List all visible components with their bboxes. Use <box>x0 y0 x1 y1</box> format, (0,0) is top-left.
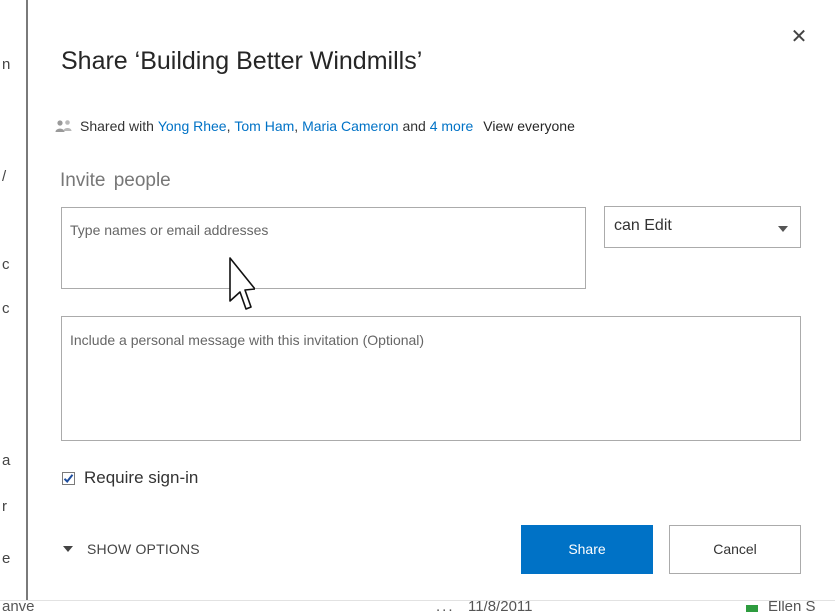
people-icon <box>55 120 72 132</box>
background-text-fragment: r <box>2 498 7 515</box>
background-text-fragment: / <box>2 168 7 185</box>
require-signin-checkbox[interactable] <box>62 471 75 485</box>
message-input-placeholder: Include a personal message with this inv… <box>70 332 425 348</box>
share-dialog: ✕ Share ‘Building Better Windmills’ Shar… <box>28 0 835 600</box>
cancel-button[interactable]: Cancel <box>669 525 801 574</box>
checkmark-icon <box>63 473 74 483</box>
background-row-name: anve <box>2 600 35 612</box>
shared-with-prefix: Shared with <box>80 118 154 134</box>
person-link-maria-cameron[interactable]: Maria Cameron <box>302 118 398 134</box>
separator: , <box>294 118 303 134</box>
caret-down-icon <box>63 546 73 552</box>
background-text-fragment: n <box>2 56 11 73</box>
more-people-link[interactable]: 4 more <box>430 118 474 134</box>
background-row-menu: ... <box>436 600 455 612</box>
background-page-strip: n / c c a r e <box>0 0 26 611</box>
names-input[interactable]: Type names or email addresses <box>61 207 586 289</box>
background-list-row: anve ... 11/8/2011 Ellen S <box>0 600 835 612</box>
permission-dropdown[interactable]: can Edit <box>604 206 801 248</box>
mouse-pointer-icon <box>229 257 255 310</box>
chevron-down-icon <box>778 226 788 232</box>
separator: , <box>226 118 235 134</box>
share-button[interactable]: Share <box>521 525 653 574</box>
show-options-toggle[interactable]: SHOW OPTIONS <box>63 541 200 557</box>
permission-selected-value: can Edit <box>614 217 672 234</box>
show-options-label: SHOW OPTIONS <box>87 541 200 557</box>
and-text: and <box>398 118 430 134</box>
require-signin-label: Require sign-in <box>84 468 199 487</box>
shared-with-summary: Shared with Yong Rhee, Tom Ham, Maria Ca… <box>55 118 575 134</box>
require-signin-option[interactable]: Require sign-in <box>62 468 198 488</box>
person-link-tom-ham[interactable]: Tom Ham <box>234 118 294 134</box>
background-row-date: 11/8/2011 <box>468 600 533 612</box>
names-input-placeholder: Type names or email addresses <box>70 222 269 238</box>
person-link-yong-rhee[interactable]: Yong Rhee <box>158 118 227 134</box>
background-text-fragment: c <box>2 256 10 273</box>
invite-people-label: Invite people <box>60 170 171 191</box>
background-text-fragment: c <box>2 300 10 317</box>
dialog-title: Share ‘Building Better Windmills’ <box>61 47 423 75</box>
personal-message-input[interactable]: Include a personal message with this inv… <box>61 316 801 441</box>
background-row-person: Ellen S <box>768 600 816 612</box>
background-text-fragment: e <box>2 550 11 567</box>
background-text-fragment: a <box>2 452 11 469</box>
close-icon[interactable]: ✕ <box>788 25 810 47</box>
view-everyone-link[interactable]: View everyone <box>483 118 575 134</box>
